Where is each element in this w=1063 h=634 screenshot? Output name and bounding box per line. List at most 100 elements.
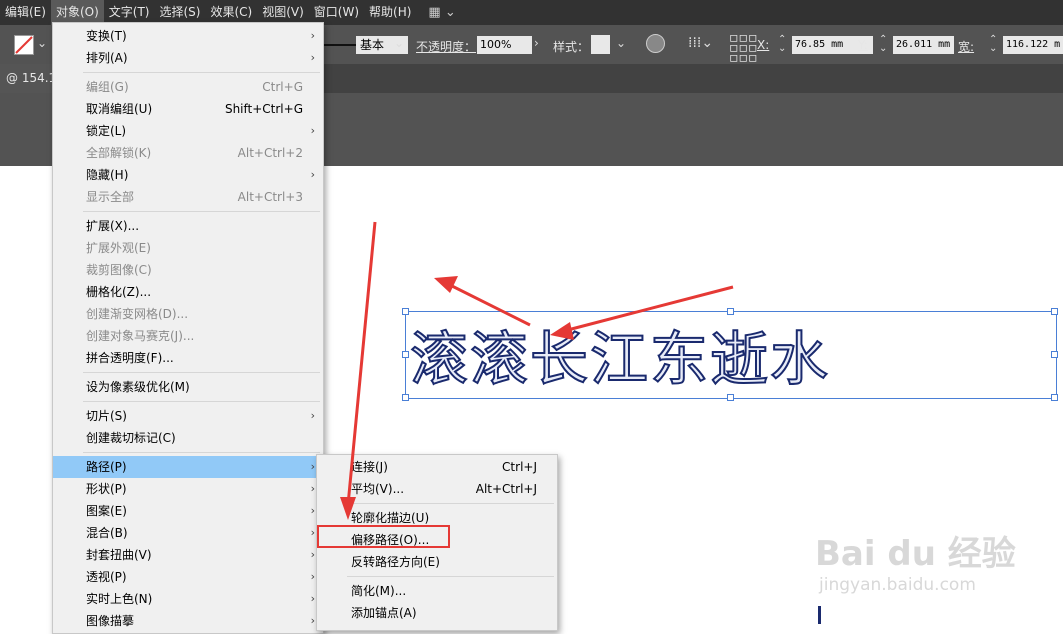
object-menu-item[interactable]: 图案(E) › bbox=[53, 500, 323, 522]
menu-item-label: 图案(E) bbox=[86, 504, 127, 518]
chevron-right-icon: › bbox=[310, 460, 315, 473]
selection-handle[interactable] bbox=[402, 351, 409, 358]
object-menu-item[interactable]: 实时上色(N) › bbox=[53, 588, 323, 610]
menu-item-label: 全部解锁(K) bbox=[86, 146, 152, 160]
workspace-switcher-icon[interactable]: ▦ ⌄ bbox=[428, 5, 455, 20]
object-menu-item[interactable]: 设为像素级优化(M) bbox=[53, 376, 323, 398]
partial-stroke bbox=[818, 606, 821, 624]
object-menu-item: 全部解锁(K) Alt+Ctrl+2 bbox=[53, 142, 323, 164]
chevron-down-icon[interactable]: ⌄ bbox=[37, 36, 47, 50]
menu-item-label: 混合(B) bbox=[86, 526, 128, 540]
menu-item-label: 取消编组(U) bbox=[86, 102, 153, 116]
opacity-input[interactable]: 100% bbox=[477, 36, 532, 54]
menu-item-shortcut: Alt+Ctrl+2 bbox=[237, 146, 303, 160]
recolor-artwork-icon[interactable] bbox=[646, 34, 665, 53]
menu-item-label: 封套扭曲(V) bbox=[86, 548, 152, 562]
menu-separator bbox=[83, 401, 320, 402]
y-label: Y: bbox=[858, 38, 868, 52]
menu-edit[interactable]: 编辑(E) bbox=[0, 0, 51, 25]
canvas-text[interactable]: 滚滚长江东逝水 bbox=[409, 312, 830, 396]
chevron-right-icon: › bbox=[310, 168, 315, 181]
menu-item-label: 路径(P) bbox=[86, 460, 127, 474]
object-menu-item[interactable]: 混合(B) › bbox=[53, 522, 323, 544]
w-input[interactable]: 116.122 m bbox=[1003, 36, 1063, 54]
object-menu-item[interactable]: 隐藏(H) › bbox=[53, 164, 323, 186]
path-submenu-item[interactable]: 平均(V)... Alt+Ctrl+J bbox=[317, 478, 557, 500]
object-menu: 变换(T) › 排列(A) › 编组(G) Ctrl+G 取消编组(U) Shift+Ctrl… bbox=[52, 22, 324, 634]
y-input[interactable]: 26.011 mm bbox=[893, 36, 954, 54]
object-menu-item[interactable]: 路径(P) › bbox=[53, 456, 323, 478]
menu-separator bbox=[83, 452, 320, 453]
menu-item-label: 创建渐变网格(D)... bbox=[86, 307, 189, 321]
chevron-right-icon: › bbox=[310, 526, 315, 539]
object-menu-item: 创建渐变网格(D)... bbox=[53, 303, 323, 325]
object-menu-item[interactable]: 扩展(X)... bbox=[53, 215, 323, 237]
path-submenu-item[interactable]: 简化(M)... bbox=[317, 580, 557, 602]
object-menu-item[interactable]: 图像描摹 › bbox=[53, 610, 323, 632]
offset-path-menu-item[interactable]: 偏移路径(O)... bbox=[317, 529, 557, 551]
menu-item-label: 扩展外观(E) bbox=[86, 241, 151, 255]
selection-handle[interactable] bbox=[1051, 394, 1058, 401]
opacity-value: 100% bbox=[480, 38, 512, 51]
menu-item-label: 偏移路径(O)... bbox=[351, 533, 430, 547]
chevron-right-icon: › bbox=[310, 29, 315, 42]
stepper-icon[interactable]: ⌃ ⌄ bbox=[778, 35, 786, 54]
menu-item-label: 栅格化(Z)... bbox=[86, 285, 152, 299]
selection-handle[interactable] bbox=[1051, 308, 1058, 315]
menu-separator bbox=[83, 372, 320, 373]
w-value: 116.122 m bbox=[1006, 39, 1061, 50]
chevron-right-icon[interactable]: › bbox=[534, 36, 539, 50]
chevron-down-icon[interactable]: ⌄ bbox=[394, 36, 404, 50]
object-menu-item[interactable]: 排列(A) › bbox=[53, 47, 323, 69]
menu-item-label: 轮廓化描边(U) bbox=[351, 511, 430, 525]
menu-help[interactable]: 帮助(H) bbox=[364, 0, 416, 25]
selection-handle[interactable] bbox=[402, 394, 409, 401]
menu-item-label: 平均(V)... bbox=[351, 482, 405, 496]
menu-item-shortcut: Alt+Ctrl+J bbox=[475, 482, 537, 496]
menu-item-label: 隐藏(H) bbox=[86, 168, 129, 182]
object-menu-item: 裁剪图像(C) bbox=[53, 259, 323, 281]
graphic-style-swatch[interactable] bbox=[591, 35, 610, 54]
selection-handle[interactable] bbox=[402, 308, 409, 315]
object-menu-item[interactable]: 栅格化(Z)... bbox=[53, 281, 323, 303]
chevron-right-icon: › bbox=[310, 51, 315, 64]
selection-handle[interactable] bbox=[727, 394, 734, 401]
menu-separator bbox=[347, 503, 554, 504]
selection-handle[interactable] bbox=[1051, 351, 1058, 358]
stroke-style-value: 基本 bbox=[360, 38, 385, 52]
object-menu-item[interactable]: 创建裁切标记(C) bbox=[53, 427, 323, 449]
align-grid-icon[interactable]: ⁞⁞⁞⌄ bbox=[688, 35, 713, 51]
menu-item-label: 图像描摹 bbox=[86, 614, 135, 628]
path-submenu: 连接(J) Ctrl+J 平均(V)... Alt+Ctrl+J 轮廓化描边(U) 偏移路… bbox=[316, 454, 558, 631]
path-submenu-item[interactable]: 反转路径方向(E) bbox=[317, 551, 557, 573]
menu-item-label: 形状(P) bbox=[86, 482, 127, 496]
stepper-icon[interactable]: ⌃ ⌄ bbox=[989, 35, 997, 54]
menu-item-label: 锁定(L) bbox=[86, 124, 127, 138]
object-menu-item[interactable]: 切片(S) › bbox=[53, 405, 323, 427]
w-label: 宽: bbox=[958, 40, 975, 54]
object-menu-item[interactable]: 拼合透明度(F)... bbox=[53, 347, 323, 369]
path-submenu-item[interactable]: 添加锚点(A) bbox=[317, 602, 557, 624]
menu-item-label: 切片(S) bbox=[86, 409, 127, 423]
stroke-swatch-icon[interactable] bbox=[14, 35, 34, 55]
object-menu-item[interactable]: 形状(P) › bbox=[53, 478, 323, 500]
object-menu-item[interactable]: 封套扭曲(V) › bbox=[53, 544, 323, 566]
chevron-down-icon[interactable]: ⌄ bbox=[616, 36, 626, 50]
path-submenu-item[interactable]: 轮廓化描边(U) bbox=[317, 507, 557, 529]
watermark: Bai du 经验 jingyan.baidu.com bbox=[815, 526, 1016, 595]
selection-handle[interactable] bbox=[727, 308, 734, 315]
menu-item-label: 创建裁切标记(C) bbox=[86, 431, 176, 445]
menu-separator bbox=[83, 72, 320, 73]
object-menu-item[interactable]: 锁定(L) › bbox=[53, 120, 323, 142]
stepper-icon[interactable]: ⌃ ⌄ bbox=[879, 35, 887, 54]
chevron-right-icon: › bbox=[310, 592, 315, 605]
object-menu-item: 创建对象马赛克(J)... bbox=[53, 325, 323, 347]
reference-point-icon[interactable]: ▫▫▫ ▫▫▫ ▫▫▫ bbox=[729, 31, 757, 65]
opacity-label[interactable]: 不透明度： bbox=[416, 38, 476, 55]
object-menu-item[interactable]: 变换(T) › bbox=[53, 25, 323, 47]
menu-item-shortcut: Shift+Ctrl+G bbox=[224, 102, 303, 116]
object-menu-item[interactable]: 透视(P) › bbox=[53, 566, 323, 588]
object-menu-item[interactable]: 取消编组(U) Shift+Ctrl+G bbox=[53, 98, 323, 120]
path-submenu-item[interactable]: 连接(J) Ctrl+J bbox=[317, 456, 557, 478]
chevron-right-icon: › bbox=[310, 409, 315, 422]
